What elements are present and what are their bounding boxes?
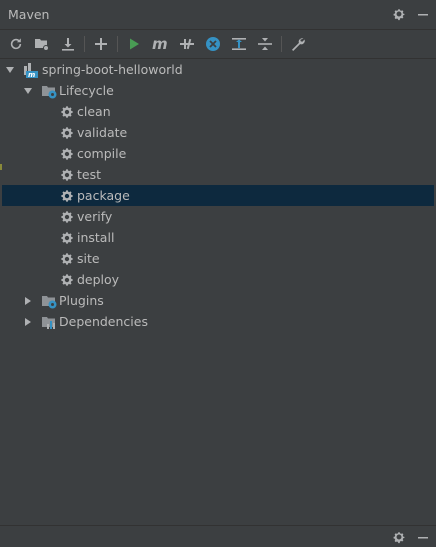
add-maven-project-icon[interactable] [91, 34, 111, 54]
goal-item-package[interactable]: package [2, 185, 434, 206]
goal-label: clean [77, 104, 111, 119]
execute-goal-icon[interactable]: m [150, 34, 170, 54]
goal-label: site [77, 251, 100, 266]
maven-project-icon: m [23, 62, 39, 78]
reload-icon[interactable] [6, 34, 26, 54]
lifecycle-folder-icon [41, 83, 57, 99]
tool-window-title: Maven [8, 7, 50, 22]
collapsed-arrow-icon[interactable] [23, 296, 33, 306]
project-name: spring-boot-helloworld [42, 62, 183, 77]
tree-item-project[interactable]: m spring-boot-helloworld [2, 59, 434, 80]
goal-item-test[interactable]: test [2, 164, 434, 185]
goal-label: validate [77, 125, 128, 140]
maven-toolbar: m [0, 30, 436, 59]
goal-label: install [77, 230, 115, 245]
collapse-all-icon[interactable] [255, 34, 275, 54]
minimize-icon[interactable] [414, 528, 432, 546]
generate-sources-icon[interactable] [32, 34, 52, 54]
tree-item-dependencies[interactable]: Dependencies [2, 311, 434, 332]
goal-label: deploy [77, 272, 120, 287]
expanded-arrow-icon[interactable] [5, 65, 15, 75]
run-icon[interactable] [124, 34, 144, 54]
settings-wrench-icon[interactable] [288, 34, 308, 54]
goal-gear-icon [59, 272, 75, 288]
goal-label: compile [77, 146, 127, 161]
goal-gear-icon [59, 209, 75, 225]
tool-window-header: Maven [0, 0, 436, 30]
goal-label: verify [77, 209, 113, 224]
lifecycle-label: Lifecycle [59, 83, 114, 98]
tree-item-plugins[interactable]: Plugins [2, 290, 434, 311]
goal-item-compile[interactable]: compile [2, 143, 434, 164]
tree-item-lifecycle[interactable]: Lifecycle [2, 80, 434, 101]
gear-icon[interactable] [390, 5, 408, 23]
goal-item-verify[interactable]: verify [2, 206, 434, 227]
goal-gear-icon [59, 188, 75, 204]
svg-text:m: m [28, 71, 35, 78]
goal-item-site[interactable]: site [2, 248, 434, 269]
goal-gear-icon [59, 125, 75, 141]
download-sources-icon[interactable] [58, 34, 78, 54]
show-dependencies-icon[interactable] [229, 34, 249, 54]
goal-item-install[interactable]: install [2, 227, 434, 248]
goal-gear-icon [59, 146, 75, 162]
svg-text:m: m [152, 36, 168, 52]
goal-gear-icon [59, 230, 75, 246]
skip-tests-icon[interactable] [203, 34, 223, 54]
gear-icon[interactable] [390, 528, 408, 546]
goal-gear-icon [59, 104, 75, 120]
minimize-icon[interactable] [414, 5, 432, 23]
plugins-label: Plugins [59, 293, 104, 308]
goal-item-clean[interactable]: clean [2, 101, 434, 122]
goal-item-deploy[interactable]: deploy [2, 269, 434, 290]
goal-label: test [77, 167, 102, 182]
collapsed-arrow-icon[interactable] [23, 317, 33, 327]
dependencies-folder-icon [41, 314, 57, 330]
dependencies-label: Dependencies [59, 314, 148, 329]
toggle-offline-icon[interactable] [177, 34, 197, 54]
bottom-bar [0, 525, 436, 547]
goal-gear-icon [59, 251, 75, 267]
plugins-folder-icon [41, 293, 57, 309]
expanded-arrow-icon[interactable] [23, 86, 33, 96]
goal-label: package [77, 188, 130, 203]
goal-gear-icon [59, 167, 75, 183]
goal-item-validate[interactable]: validate [2, 122, 434, 143]
